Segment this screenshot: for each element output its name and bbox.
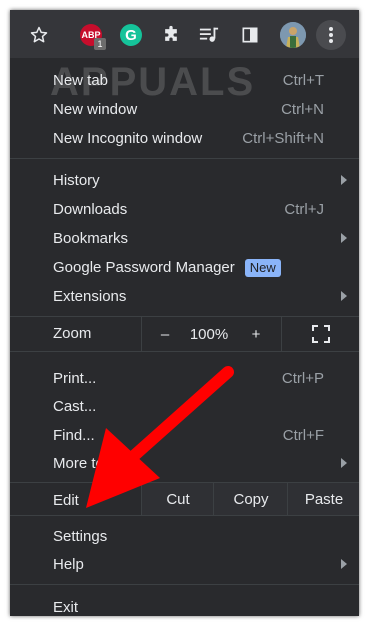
menu-item-label: Cast...	[53, 398, 97, 415]
fullscreen-icon[interactable]	[281, 317, 359, 351]
menu-item-shortcut: Ctrl+F	[282, 427, 324, 444]
menu-item-label: Extensions	[53, 288, 127, 305]
menu-item-bookmarks[interactable]: Bookmarks	[10, 224, 359, 253]
menu-item-label: Find...	[53, 427, 95, 444]
menu-item-new-tab[interactable]: New tab Ctrl+T	[10, 66, 359, 95]
submenu-arrow-icon	[341, 233, 347, 243]
menu-item-label: Print...	[53, 370, 97, 387]
grammarly-icon[interactable]: G	[120, 24, 142, 46]
menu-item-print[interactable]: Print... Ctrl+P	[10, 364, 359, 393]
zoom-out-button[interactable]: –	[141, 317, 188, 351]
chrome-window: ABP 1 G APPUALS New tab Ctrl+T New windo…	[10, 10, 359, 616]
new-badge: New	[244, 259, 281, 277]
menu-item-label: History	[53, 172, 100, 189]
menu-item-help[interactable]: Help	[10, 550, 359, 579]
menu-divider	[10, 584, 359, 585]
menu-item-label: New window	[53, 101, 138, 118]
zoom-row: Zoom – 100% +	[10, 317, 359, 351]
menu-item-label: Google Password Manager New	[53, 259, 281, 277]
menu-item-settings[interactable]: Settings	[10, 522, 359, 551]
zoom-label: Zoom	[53, 325, 92, 342]
menu-item-password-manager[interactable]: Google Password Manager New	[10, 253, 359, 282]
copy-button[interactable]: Copy	[213, 483, 288, 515]
menu-item-label: Exit	[53, 599, 79, 616]
browser-toolbar: ABP 1 G	[10, 10, 359, 58]
submenu-arrow-icon	[341, 559, 347, 569]
submenu-arrow-icon	[341, 458, 347, 468]
paste-button[interactable]: Paste	[287, 483, 359, 515]
submenu-arrow-icon	[341, 291, 347, 301]
cut-button[interactable]: Cut	[141, 483, 214, 515]
menu-item-shortcut: Ctrl+J	[284, 201, 324, 218]
menu-item-label: Help	[53, 556, 84, 573]
menu-item-downloads[interactable]: Downloads Ctrl+J	[10, 195, 359, 224]
media-queue-icon[interactable]	[198, 24, 220, 46]
zoom-level: 100%	[189, 325, 229, 343]
password-manager-label: Google Password Manager	[53, 259, 235, 276]
adblock-count-badge: 1	[94, 38, 106, 50]
edit-row: Edit Cut Copy Paste	[10, 483, 359, 515]
profile-avatar[interactable]	[280, 22, 306, 48]
side-panel-icon[interactable]	[239, 24, 261, 46]
bookmark-star-icon[interactable]	[28, 24, 50, 46]
customize-menu-kebab-icon[interactable]	[316, 20, 346, 50]
menu-item-more-tools[interactable]: More tools	[10, 449, 359, 478]
menu-item-shortcut: Ctrl+N	[281, 101, 324, 118]
menu-item-shortcut: Ctrl+T	[282, 72, 324, 89]
edit-label: Edit	[53, 492, 79, 509]
menu-item-label: Downloads	[53, 201, 128, 218]
menu-item-cast[interactable]: Cast...	[10, 392, 359, 421]
menu-item-find[interactable]: Find... Ctrl+F	[10, 421, 359, 450]
menu-item-label: New Incognito window	[53, 130, 203, 147]
menu-item-exit[interactable]: Exit	[10, 593, 359, 616]
menu-item-history[interactable]: History	[10, 166, 359, 195]
zoom-in-button[interactable]: +	[231, 317, 281, 351]
menu-divider	[10, 515, 359, 516]
menu-item-label: New tab	[53, 72, 109, 89]
menu-item-new-window[interactable]: New window Ctrl+N	[10, 95, 359, 124]
menu-item-label: Settings	[53, 528, 108, 545]
menu-item-new-incognito-window[interactable]: New Incognito window Ctrl+Shift+N	[10, 124, 359, 153]
extensions-puzzle-icon[interactable]	[160, 24, 182, 46]
menu-item-extensions[interactable]: Extensions	[10, 282, 359, 311]
menu-divider	[10, 158, 359, 159]
menu-item-label: Bookmarks	[53, 230, 129, 247]
menu-item-shortcut: Ctrl+P	[281, 370, 324, 387]
menu-divider	[10, 351, 359, 352]
menu-item-label: More tools	[53, 455, 124, 472]
submenu-arrow-icon	[341, 175, 347, 185]
menu-item-shortcut: Ctrl+Shift+N	[242, 130, 324, 147]
